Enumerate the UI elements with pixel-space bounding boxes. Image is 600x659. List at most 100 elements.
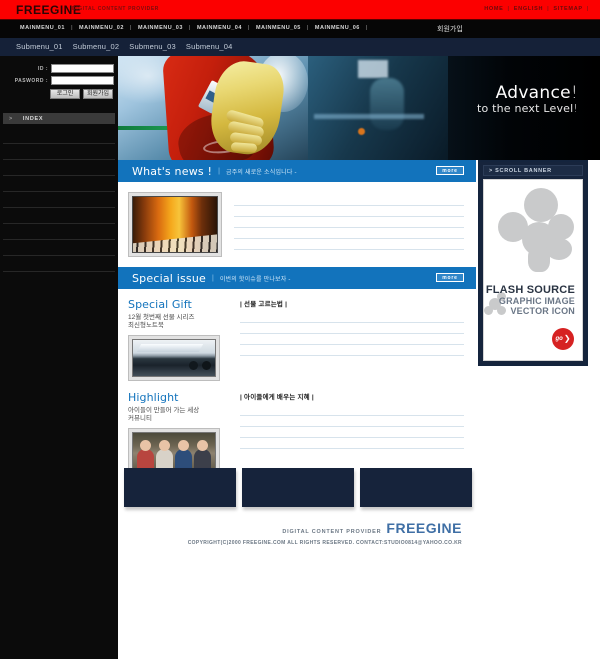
special-gift-desc-line1: 12월 첫번째 선물 시리즈 [128,314,195,321]
hero-headline: Advance! [495,83,578,103]
arrow-right-icon: ❯ [563,334,571,343]
password-input[interactable] [51,76,114,85]
list-item[interactable] [3,192,115,208]
list-item[interactable] [240,323,464,334]
scroll-banner-frame: > SCROLL BANNER FLASH SOURCE GRAPHIC IMA… [478,160,588,366]
top-header-bar: FREEGINE DIGITAL CONTENT PROVIDER HOME | E… [0,0,600,19]
special-highlight-desc-line2: 커뮤니티 [128,415,152,422]
submenu-item-02[interactable]: Submenu_02 [73,42,130,51]
submenu-item-04[interactable]: Submenu_04 [186,42,243,51]
special-highlight-desc: 아이들이 만들어 가는 세상 커뮤니티 [128,404,228,423]
special-gift-title[interactable]: Special Gift [128,298,228,311]
link-sitemap[interactable]: SITEMAP [550,6,585,12]
go-button[interactable]: go ❯ [552,328,574,350]
id-row: ID : [2,64,114,73]
hero-text: Advance! to the next Level! [477,84,578,115]
scroll-banner-body[interactable]: FLASH SOURCE GRAPHIC IMAGE VECTOR ICON g… [483,179,583,361]
list-item[interactable] [234,206,464,217]
news-title: What's news ! [132,164,213,178]
list-item[interactable] [3,240,115,256]
special-highlight-desc-line1: 아이들이 만들어 가는 세상 [128,407,200,414]
mainmenu-item-04[interactable]: MAINMENU_04 [193,25,246,31]
link-home[interactable]: HOME [481,6,506,12]
mainmenu-item-02[interactable]: MAINMENU_02 [75,25,128,31]
special-gift-desc-line2: 최신형노트북 [128,322,164,329]
mainmenu-item-06[interactable]: MAINMENU_06 [311,25,364,31]
id-input[interactable] [51,64,114,73]
scroll-banner-header: > SCROLL BANNER [483,165,583,176]
sidebar-menu-list [3,128,115,272]
list-item[interactable] [3,144,115,160]
scroll-banner-title: FLASH SOURCE [485,284,575,296]
footer: DIGITAL CONTENT PROVIDER FREEGINE COPYRIG… [118,520,476,546]
special-gift-desc: 12월 첫번째 선물 시리즈 최신형노트북 [128,311,228,330]
list-item[interactable] [240,334,464,345]
list-item[interactable] [234,239,464,250]
scroll-banner-line3: VECTOR ICON [510,306,575,316]
bottom-banner-2[interactable] [242,468,354,507]
list-item[interactable] [240,416,464,427]
special-highlight-list [240,405,464,449]
special-gift-left: Special Gift 12월 첫번째 선물 시리즈 최신형노트북 [128,298,228,381]
chevron-right-icon: > [489,167,493,174]
special-title: Special issue [132,271,206,285]
login-buttons: 로그인 회원가입 [2,88,114,99]
bottom-banner-3[interactable] [360,468,472,507]
mainmenu-item-03[interactable]: MAINMENU_03 [134,25,187,31]
mainmenu-item-01[interactable]: MAINMENU_01 [16,25,69,31]
news-bar: | [218,167,220,175]
news-thumbnail-frame[interactable] [128,192,222,257]
top-utility-links: HOME | ENGLISH | SITEMAP | [481,6,590,12]
list-item[interactable] [3,128,115,144]
password-row: PASWORD : [2,76,114,85]
sidebar-index-header[interactable]: > INDEX [3,113,115,124]
special-more-button[interactable]: more [436,273,464,282]
hero-exclaim-2: ! [573,102,578,115]
list-item[interactable] [3,176,115,192]
special-gift-thumbnail-frame[interactable] [128,335,220,381]
scroll-banner-label: SCROLL BANNER [495,167,552,174]
list-item[interactable] [240,427,464,438]
news-thumbnail-image [132,196,218,253]
bottom-banner-row [124,468,472,507]
list-item[interactable] [3,224,115,240]
center-content: What's news ! | 금주의 새로운 소식입니다 - more Spe… [118,160,476,484]
list-item[interactable] [234,217,464,228]
chevron-right-icon: > [9,115,13,122]
special-subtitle: 이번의 핫이슈를 만나보자 - [219,276,291,283]
list-item[interactable] [234,195,464,206]
submenu-item-03[interactable]: Submenu_03 [129,42,186,51]
main-menu-items: MAINMENU_01 | MAINMENU_02 | MAINMENU_03 | MAIN… [16,25,370,31]
id-label: ID : [37,65,48,72]
list-item[interactable] [240,405,464,416]
bottom-banner-1[interactable] [124,468,236,507]
login-box: ID : PASWORD : 로그인 회원가입 [0,56,118,103]
special-highlight-title[interactable]: Highlight [128,391,228,404]
list-item[interactable] [3,208,115,224]
list-item[interactable] [240,438,464,449]
hero-banner[interactable]: Advance! to the next Level! [118,56,600,160]
hero-subline: to the next Level! [476,102,578,115]
list-item[interactable] [240,345,464,356]
list-item[interactable] [3,160,115,176]
left-sidebar: ID : PASWORD : 로그인 회원가입 > INDEX [0,56,118,659]
blob-shape-icon [546,238,572,260]
scroll-banner-line2: GRAPHIC IMAGE [498,296,575,306]
footer-brand: FREEGINE [386,520,462,536]
news-body [118,182,476,267]
mainmenu-item-05[interactable]: MAINMENU_05 [252,25,305,31]
submenu-items: Submenu_01 Submenu_02 Submenu_03 Submenu_04 [16,42,243,51]
right-column: > SCROLL BANNER FLASH SOURCE GRAPHIC IMA… [478,160,588,366]
signup-link[interactable]: 회원가입 [437,24,463,34]
submenu-item-01[interactable]: Submenu_01 [16,42,73,51]
footer-provider-text: DIGITAL CONTENT PROVIDER [282,529,382,535]
list-item[interactable] [234,228,464,239]
list-item[interactable] [3,256,115,272]
special-section-header: Special issue | 이번의 핫이슈를 만나보자 - more [118,267,476,289]
signup-button[interactable]: 회원가입 [83,89,113,99]
link-english[interactable]: ENGLISH [511,6,546,12]
special-highlight-right: | 아이들에게 배우는 지혜 | [228,391,464,480]
login-button[interactable]: 로그인 [50,89,80,99]
list-item[interactable] [240,312,464,323]
news-more-button[interactable]: more [436,166,464,175]
